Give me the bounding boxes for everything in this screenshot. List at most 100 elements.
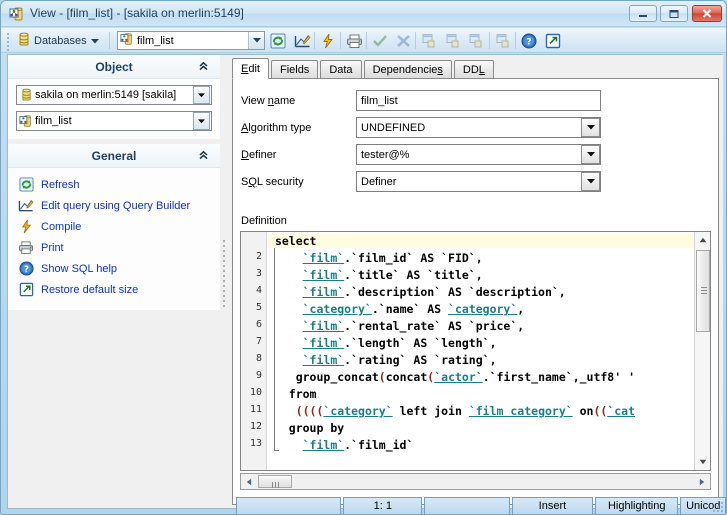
object-panel-header: Object [8,55,220,79]
code-token: `category` [448,302,517,316]
refresh-button[interactable] [267,31,289,51]
databases-menu-button[interactable]: Databases [15,31,102,50]
scroll-left-arrow[interactable] [242,475,256,488]
code-line[interactable]: `film`.`film_id` AS `FID`, [268,251,483,265]
application-window: View - [film_list] - [sakila on merlin:5… [0,0,727,515]
definer-label: Definer [241,149,276,161]
vertical-scroll-thumb[interactable] [696,250,710,332]
code-token: , [517,302,524,316]
toolbar-grip[interactable] [7,33,10,48]
code-token: group_concat [296,370,379,384]
chevron-down-icon[interactable] [581,118,600,137]
algorithm-type-combo[interactable]: UNDEFINED [356,117,601,138]
code-token: `film` [303,285,345,299]
code-line[interactable]: `film`.`rental_rate` AS `price`, [268,319,524,333]
sidebar-action-print[interactable]: Print [18,237,220,258]
main-toolbar: Databases film_list [1,28,727,53]
code-line[interactable]: `film`.`film_id` [268,438,413,452]
chevron-down-icon[interactable] [581,172,600,191]
line-number: 10 [240,387,262,398]
code-token: select [275,234,317,248]
sql-security-combo[interactable]: Definer [356,171,601,192]
chevron-down-icon[interactable] [581,145,600,164]
sidebar-action-refresh[interactable]: Refresh [18,174,220,195]
sidebar-action-label: Restore default size [41,284,138,296]
drop-object-button [492,31,514,51]
database-icon [18,32,30,50]
code-token: ( [379,370,386,384]
maximize-button[interactable] [660,5,688,22]
line-number: 2 [240,251,262,262]
sidebar-splitter[interactable] [220,55,228,508]
sidebar-action-restore-size[interactable]: Restore default size [18,279,220,300]
code-line[interactable]: `film`.`description` AS `description`, [268,285,566,299]
scroll-right-arrow[interactable] [695,475,709,488]
scroll-up-arrow[interactable] [695,232,711,248]
code-line[interactable]: `film`.`rating` AS `rating`, [268,353,497,367]
code-token: .`title` AS `title`, [344,268,482,282]
tab-label: Fields [280,64,309,76]
double-chevron-up-icon[interactable] [196,148,210,162]
restore-size-button[interactable] [542,31,564,51]
code-token: .`rental_rate` AS `price`, [344,319,524,333]
database-combo[interactable]: sakila on merlin:5149 [sakila] [16,85,212,105]
code-line[interactable]: `category`.`name` AS `category`, [268,302,524,316]
chevron-down-icon[interactable] [193,112,210,130]
tab-ddl[interactable]: DDL [454,60,494,79]
object-combo-sidebar[interactable]: film_list [16,111,212,131]
view-name-field[interactable]: film_list [356,90,601,111]
double-chevron-up-icon[interactable] [196,59,210,73]
scroll-down-arrow[interactable] [695,454,711,470]
paste-object-button [442,31,464,51]
tab-edit[interactable]: Edit [232,58,269,79]
code-line[interactable]: `film`.`title` AS `title`, [268,268,483,282]
code-line[interactable]: group by [268,421,344,435]
code-token: concat [386,370,428,384]
code-token: left join [393,404,469,418]
sidebar-action-query-builder[interactable]: Edit query using Query Builder [18,195,220,216]
code-line[interactable]: ((((`category` left join `film category`… [268,404,635,418]
code-line[interactable]: from [268,387,316,401]
restore-size-icon [18,282,34,298]
tab-dependencies[interactable]: Dependencies [364,60,452,79]
editor-horizontal-scrollbar[interactable] [240,473,711,490]
code-token: .`rating` AS `rating`, [344,353,496,367]
line-number: 8 [240,353,262,364]
tab-label: DDL [463,64,485,76]
svg-text:?: ? [24,264,29,274]
print-button[interactable] [343,31,365,51]
code-token: .`description` AS `description`, [344,285,566,299]
sidebar-action-compile[interactable]: Compile [18,216,220,237]
close-button[interactable] [692,5,722,22]
chevron-down-icon[interactable] [248,32,264,49]
object-combo-toolbar[interactable]: film_list [117,31,265,50]
help-button[interactable]: ? [518,31,540,51]
query-builder-button[interactable] [291,31,313,51]
general-panel-body: Refresh Edit query using Query Builder [8,168,220,310]
sidebar-action-sql-help[interactable]: ? Show SQL help [18,258,220,279]
code-token: .`first_name`,_utf8' ' [483,370,635,384]
minimize-button[interactable] [629,5,657,22]
code-token: .`film_id` AS `FID`, [344,251,482,265]
compile-button[interactable] [317,31,339,51]
horizontal-scroll-thumb[interactable] [258,475,292,488]
tab-fields[interactable]: Fields [271,60,318,79]
sql-definition-editor[interactable]: 2345678910111213 select `film`.`film_id`… [240,231,711,471]
help-icon: ? [18,261,34,277]
code-line[interactable]: select [268,234,710,248]
chevron-down-icon[interactable] [193,86,210,104]
definer-value: tester@% [357,149,581,161]
definer-combo[interactable]: tester@% [356,144,601,165]
code-line[interactable]: `film`.`length` AS `length`, [268,336,497,350]
sidebar-action-label: Edit query using Query Builder [41,200,190,212]
code-content[interactable]: select `film`.`film_id` AS `FID`, `film`… [268,232,710,470]
database-combo-value: sakila on merlin:5149 [sakila] [35,89,193,101]
line-number: 5 [240,302,262,313]
chevron-down-icon [91,35,99,47]
tab-label: Dependencies [373,64,443,76]
editor-vertical-scrollbar[interactable] [694,232,710,470]
sidebar-action-label: Print [41,242,64,254]
view-name-value: film_list [357,95,600,107]
code-line[interactable]: group_concat(concat(`actor`.`first_name`… [268,370,635,384]
tab-data[interactable]: Data [320,60,361,79]
